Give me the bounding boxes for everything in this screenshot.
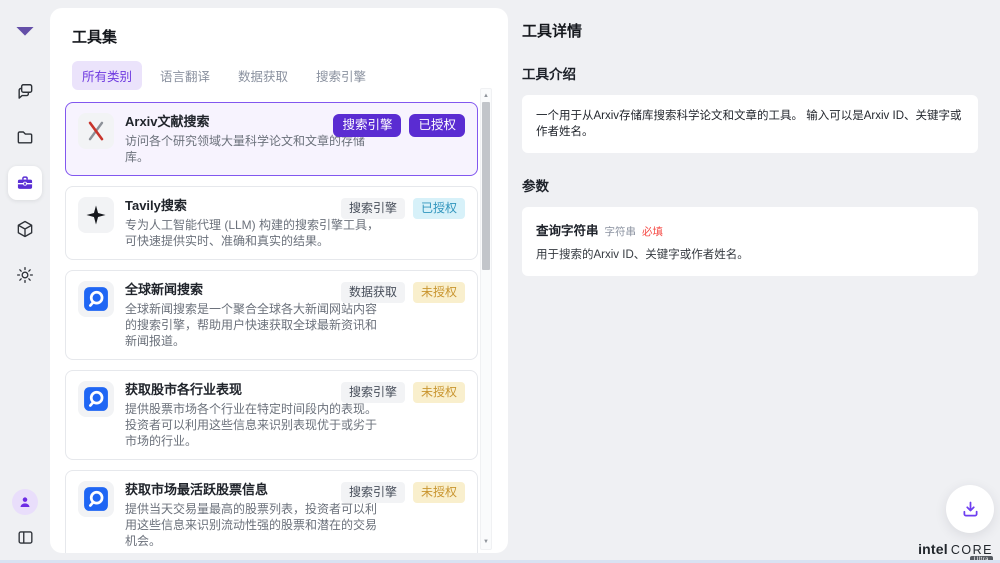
tab-category-0[interactable]: 所有类别: [72, 61, 142, 90]
tool-badges: 搜索引擎 未授权: [341, 382, 465, 403]
settings-icon: [15, 265, 35, 285]
auth-badge: 未授权: [413, 382, 465, 403]
user-icon: [17, 494, 33, 510]
panel-icon: [16, 528, 35, 547]
tool-card[interactable]: 获取股市各行业表现 提供股票市场各个行业在特定时间段内的表现。投资者可以利用这些…: [65, 370, 478, 460]
category-badge: 数据获取: [341, 282, 405, 303]
sidebar-item-panel-toggle[interactable]: [13, 525, 37, 549]
auth-badge: 未授权: [413, 282, 465, 303]
sidebar-nav: [8, 74, 42, 292]
tool-card[interactable]: 获取市场最活跃股票信息 提供当天交易量最高的股票列表，投资者可以利用这些信息来识…: [65, 470, 478, 553]
brand-core: core: [951, 543, 993, 557]
tool-detail-panel: 工具详情 工具介绍 一个用于从Arxiv存储库搜索科学论文和文章的工具。 输入可…: [508, 0, 1000, 563]
category-tabs: 所有类别语言翻译数据获取搜索引擎: [72, 61, 508, 90]
category-badge: 搜索引擎: [333, 114, 401, 137]
category-badge: 搜索引擎: [341, 382, 405, 403]
detail-title: 工具详情: [522, 20, 978, 41]
tool-description: 提供当天交易量最高的股票列表，投资者可以利用这些信息来识别流动性强的股票和潜在的…: [125, 501, 385, 549]
category-badge: 搜索引擎: [341, 198, 405, 219]
intro-heading: 工具介绍: [522, 63, 978, 83]
param-name: 查询字符串: [536, 220, 599, 239]
brand-intel: intel: [918, 541, 948, 557]
param-type: 字符串: [605, 224, 637, 239]
intel-core-logo: intel core Ultra: [918, 541, 993, 557]
sidebar-item-chat[interactable]: [8, 74, 42, 108]
page-title: 工具集: [72, 26, 508, 47]
sidebar-item-user[interactable]: [12, 489, 38, 515]
sidebar-item-models[interactable]: [8, 212, 42, 246]
download-icon: [960, 499, 981, 520]
q-search-icon: [83, 486, 109, 512]
intro-text: 一个用于从Arxiv存储库搜索科学论文和文章的工具。 输入可以是Arxiv ID…: [536, 108, 964, 140]
tab-category-3[interactable]: 搜索引擎: [306, 61, 376, 90]
scrollbar-up-arrow-icon[interactable]: ▲: [481, 91, 491, 101]
chat-icon: [15, 81, 35, 101]
auth-badge: 已授权: [413, 198, 465, 219]
sidebar-bottom: [12, 489, 38, 549]
folder-icon: [15, 127, 35, 147]
tool-card[interactable]: Tavily搜索 专为人工智能代理 (LLM) 构建的搜索引擎工具，可快速提供实…: [65, 186, 478, 260]
tool-description: 专为人工智能代理 (LLM) 构建的搜索引擎工具，可快速提供实时、准确和真实的结…: [125, 217, 385, 249]
tool-description: 全球新闻搜索是一个聚合全球各大新闻网站内容的搜索引擎，帮助用户快速获取全球最新资…: [125, 301, 385, 349]
sidebar-item-tools[interactable]: [8, 166, 42, 200]
tool-description: 提供股票市场各个行业在特定时间段内的表现。投资者可以利用这些信息来识别表现优于或…: [125, 401, 385, 449]
toolbox-icon: [15, 173, 35, 193]
app-root: 工具集 所有类别语言翻译数据获取搜索引擎 Arxiv文献搜索 访问各个研究领域大…: [0, 0, 1000, 563]
sparkle-star-icon: [83, 202, 109, 228]
tool-icon: [78, 197, 114, 233]
tool-card[interactable]: 全球新闻搜索 全球新闻搜索是一个聚合全球各大新闻网站内容的搜索引擎，帮助用户快速…: [65, 270, 478, 360]
gem-logo-icon: [10, 12, 40, 42]
app-logo: [10, 12, 40, 42]
param-required-flag: 必填: [642, 224, 663, 239]
tool-card[interactable]: Arxiv文献搜索 访问各个研究领域大量科学论文和文章的存储库。 搜索引擎 已授…: [65, 102, 478, 176]
tool-badges: 数据获取 未授权: [341, 282, 465, 303]
tool-icon: [78, 481, 114, 517]
tool-badges: 搜索引擎 已授权: [333, 114, 465, 137]
auth-badge: 未授权: [413, 482, 465, 503]
download-button[interactable]: [946, 485, 994, 533]
param-card: 查询字符串 字符串 必填 用于搜索的Arxiv ID、关键字或作者姓名。: [522, 207, 978, 276]
tool-icon: [78, 113, 114, 149]
tool-icon: [78, 281, 114, 317]
scrollbar-thumb[interactable]: [482, 102, 490, 270]
tool-description: 访问各个研究领域大量科学论文和文章的存储库。: [125, 133, 385, 165]
sidebar: [0, 0, 50, 563]
params-heading: 参数: [522, 175, 978, 195]
tab-category-2[interactable]: 数据获取: [228, 61, 298, 90]
arxiv-x-icon: [83, 118, 109, 144]
q-search-icon: [83, 286, 109, 312]
category-badge: 搜索引擎: [341, 482, 405, 503]
sidebar-item-settings[interactable]: [8, 258, 42, 292]
auth-badge: 已授权: [409, 114, 465, 137]
scrollbar-down-arrow-icon[interactable]: ▼: [481, 537, 491, 547]
tool-list: Arxiv文献搜索 访问各个研究领域大量科学论文和文章的存储库。 搜索引擎 已授…: [65, 102, 478, 553]
tool-badges: 搜索引擎 已授权: [341, 198, 465, 219]
sidebar-item-files[interactable]: [8, 120, 42, 154]
q-search-icon: [83, 386, 109, 412]
tool-badges: 搜索引擎 未授权: [341, 482, 465, 503]
intro-card: 一个用于从Arxiv存储库搜索科学论文和文章的工具。 输入可以是Arxiv ID…: [522, 95, 978, 153]
cube-icon: [15, 219, 35, 239]
toolset-panel: 工具集 所有类别语言翻译数据获取搜索引擎 Arxiv文献搜索 访问各个研究领域大…: [50, 8, 508, 553]
list-scrollbar[interactable]: ▲ ▼: [480, 88, 492, 550]
tool-icon: [78, 381, 114, 417]
tab-category-1[interactable]: 语言翻译: [150, 61, 220, 90]
param-description: 用于搜索的Arxiv ID、关键字或作者姓名。: [536, 248, 964, 263]
